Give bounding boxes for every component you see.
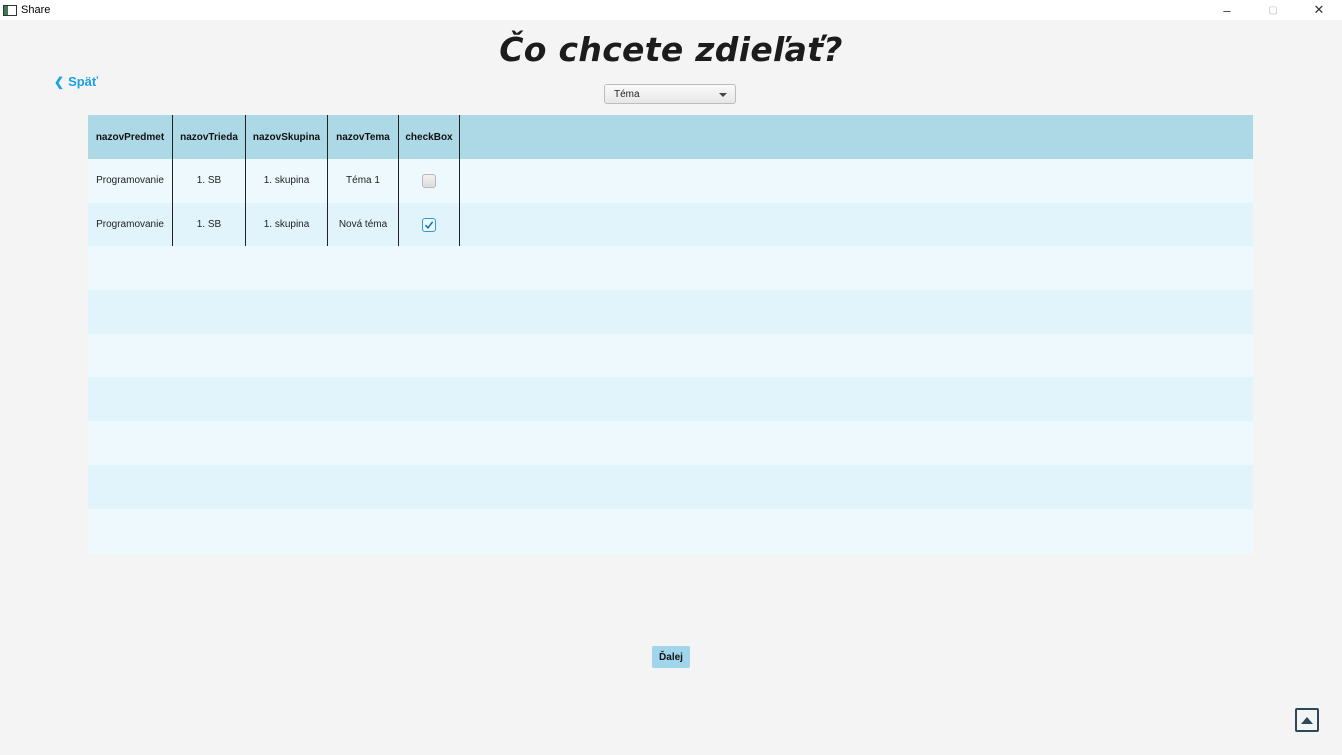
row-filler [460,203,1253,247]
chevron-down-icon [719,93,727,97]
column-header-tema[interactable]: nazovTema [328,115,399,159]
back-link[interactable]: ❮ Späť [54,74,98,89]
cell-predmet: Programovanie [88,202,173,247]
column-header-checkbox[interactable]: checkBox [399,115,460,159]
app-icon [3,4,17,16]
cell-predmet: Programovanie [88,159,173,203]
empty-row [88,290,1253,334]
empty-row [88,464,1253,509]
back-label: Späť [68,74,99,89]
empty-row [88,377,1253,422]
cell-checkbox [399,159,460,203]
row-checkbox[interactable] [422,217,436,232]
cell-skupina: 1. skupina [246,202,328,247]
column-header-filler [460,115,1253,159]
scroll-top-button[interactable] [1295,708,1319,732]
cell-trieda: 1. SB [173,159,246,203]
window-title: Share [21,4,51,16]
table-header: nazovPredmet nazovTrieda nazovSkupina na… [88,115,1253,159]
row-filler [460,159,1253,203]
share-table: nazovPredmet nazovTrieda nazovSkupina na… [88,115,1253,554]
empty-row [88,333,1253,378]
share-type-select-value: Téma [614,88,640,100]
column-header-skupina[interactable]: nazovSkupina [246,115,328,159]
cell-trieda: 1. SB [173,202,246,247]
table-row[interactable]: Programovanie 1. SB 1. skupina Nová téma [88,202,1253,247]
chevron-left-icon: ❮ [54,74,65,89]
empty-row [88,246,1253,291]
column-header-trieda[interactable]: nazovTrieda [173,115,246,159]
column-header-predmet[interactable]: nazovPredmet [88,115,173,159]
cell-checkbox [399,202,460,247]
page-title: Čo chcete zdieľať? [499,30,843,69]
empty-row [88,421,1253,465]
table-row[interactable]: Programovanie 1. SB 1. skupina Téma 1 [88,159,1253,203]
restore-button[interactable]: ▢ [1250,0,1296,20]
checkmark-icon [424,220,434,229]
close-button[interactable]: ✕ [1296,0,1342,20]
arrow-up-icon [1301,716,1313,724]
next-button[interactable]: Ďalej [652,646,690,668]
cell-skupina: 1. skupina [246,159,328,203]
row-checkbox[interactable] [422,173,436,188]
window-controls: – ▢ ✕ [1204,0,1342,20]
cell-tema: Nová téma [328,202,399,247]
share-type-select[interactable]: Téma [604,84,736,104]
minimize-button[interactable]: – [1204,0,1250,20]
empty-row [88,508,1253,553]
window-title-bar: Share – ▢ ✕ [0,0,1342,20]
cell-tema: Téma 1 [328,159,399,203]
